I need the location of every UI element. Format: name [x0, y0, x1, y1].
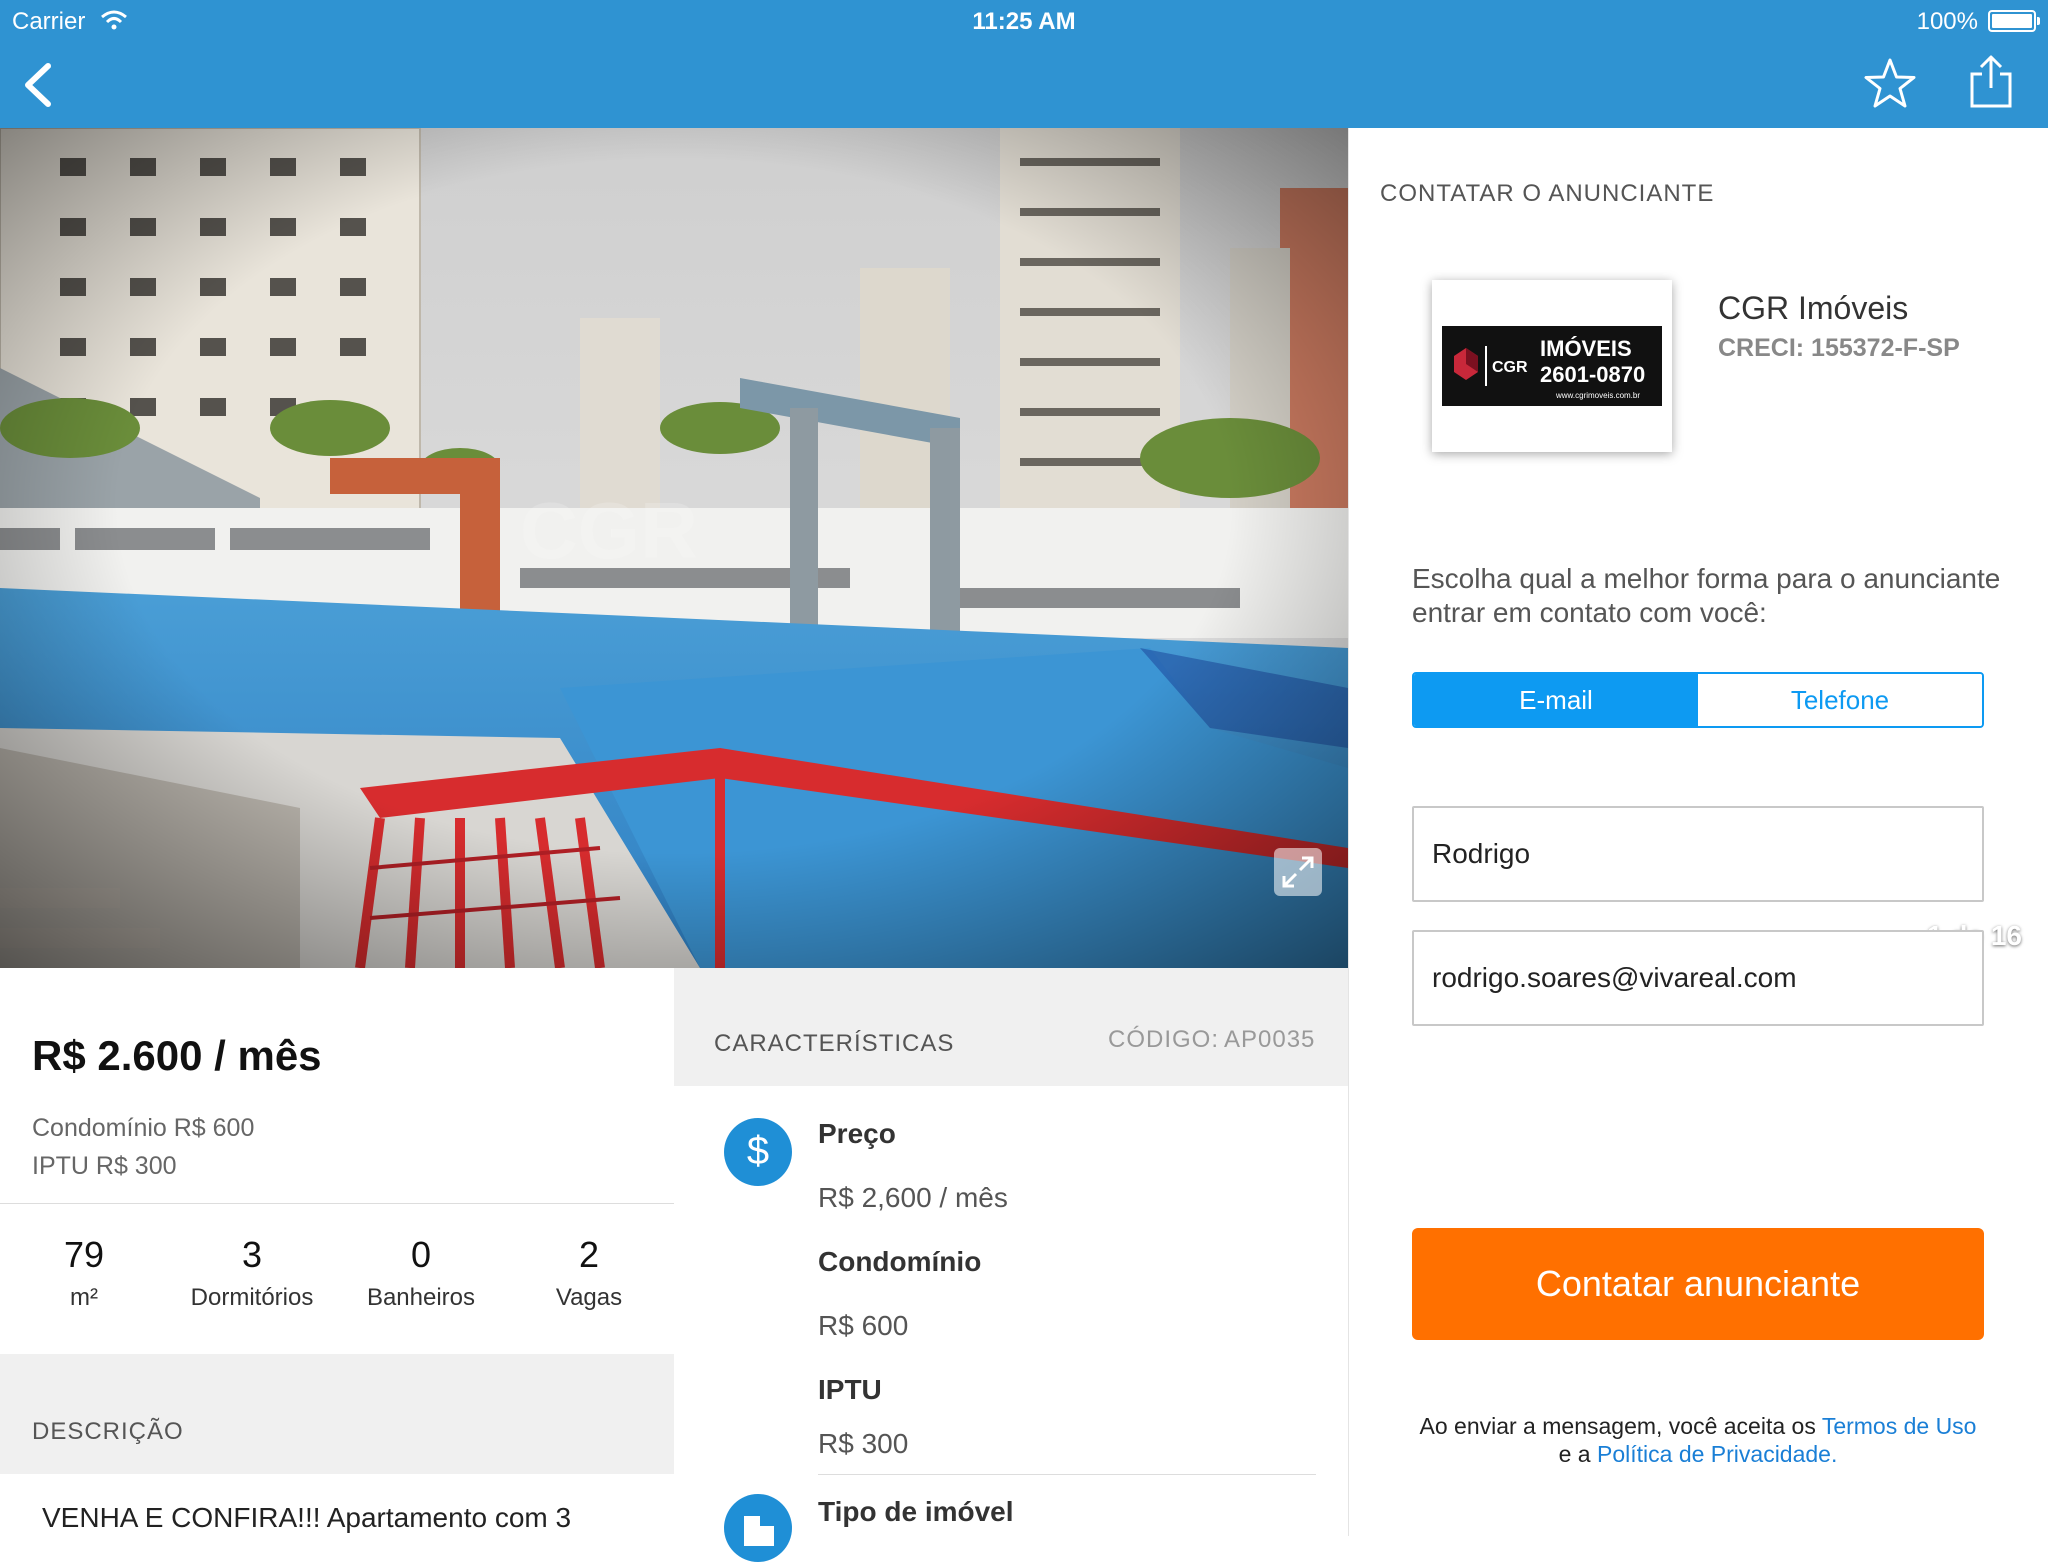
listing-price: R$ 2.600 / mês: [32, 1032, 322, 1079]
listing-code-value: AP0035: [1224, 1026, 1316, 1053]
logo-title: IMÓVEIS: [1540, 336, 1632, 361]
stat-label: Vagas: [555, 1284, 623, 1311]
stat-label: Banheiros: [366, 1284, 476, 1311]
stat-label: m²: [70, 1284, 98, 1311]
contact-method-prompt: Escolha qual a melhor forma para o anunc…: [1412, 563, 2001, 628]
description-header: DESCRIÇÃO: [32, 1418, 184, 1445]
char-title-property-type: Tipo de imóvel: [818, 1496, 1014, 1527]
property-photo[interactable]: CGR: [0, 128, 1348, 968]
status-battery-percent: 100%: [1916, 8, 1978, 35]
stat-parking: 2 Vagas: [505, 1234, 673, 1312]
stat-value: 2: [578, 1234, 600, 1275]
agency-name: CGR Imóveis: [1718, 290, 1909, 326]
terms-of-use-link[interactable]: Termos de Uso: [1822, 1413, 1977, 1439]
logo-brand: CGR: [1492, 359, 1528, 376]
divider: [0, 1203, 674, 1204]
stat-value: 0: [410, 1234, 432, 1275]
terms-notice: Ao enviar a mensagem, você aceita os Ter…: [1412, 1412, 1984, 1468]
description-text: VENHA E CONFIRA!!! Apartamento com 3: [42, 1502, 572, 1533]
tab-email[interactable]: E-mail: [1414, 674, 1698, 726]
navigation-bar: Carrier 11:25 AM 100%: [0, 0, 2048, 128]
terms-prefix: Ao enviar a mensagem, você aceita os: [1419, 1413, 1816, 1439]
star-outline-icon[interactable]: [1862, 56, 1918, 112]
char-value-price: R$ 2,600 / mês: [818, 1182, 1008, 1213]
divider: [818, 1474, 1316, 1475]
stat-area: 79 m²: [0, 1234, 168, 1312]
char-value-condominio: R$ 600: [818, 1310, 909, 1341]
pool-photo-illustration: CGR: [0, 128, 1348, 968]
contact-method-selector: E-mail Telefone: [1412, 672, 1984, 728]
share-icon[interactable]: [1968, 54, 2014, 110]
logo-url: www.cgrimoveis.com.br: [1555, 391, 1640, 400]
privacy-policy-link[interactable]: Política de Privacidade.: [1597, 1441, 1837, 1467]
char-title-price: Preço: [818, 1118, 896, 1149]
status-time: 11:25 AM: [972, 8, 1076, 35]
battery-icon: [1988, 10, 2040, 32]
name-field[interactable]: [1412, 806, 1984, 902]
terms-middle: e a: [1558, 1441, 1591, 1467]
contact-header: CONTATAR O ANUNCIANTE: [1380, 180, 1715, 207]
stat-value: 79: [63, 1234, 105, 1275]
char-title-condominio: Condomínio: [818, 1246, 982, 1277]
agency-creci: CRECI: 155372-F-SP: [1718, 334, 1960, 362]
char-value-iptu: R$ 300: [818, 1428, 909, 1459]
logo-phone: 2601-0870: [1540, 362, 1645, 387]
column-divider: [1348, 128, 1349, 1536]
stat-bathrooms: 0 Banheiros: [337, 1234, 505, 1312]
dollar-icon: $: [724, 1118, 792, 1186]
chevron-left-icon[interactable]: [16, 58, 64, 112]
tab-phone[interactable]: Telefone: [1698, 674, 1982, 726]
char-title-iptu: IPTU: [818, 1374, 882, 1405]
listing-code-label: CÓDIGO:: [1108, 1026, 1220, 1053]
stat-bedrooms: 3 Dormitórios: [168, 1234, 336, 1312]
characteristics-header: CARACTERÍSTICAS: [714, 1030, 955, 1057]
condominio-fee: Condomínio R$ 600: [32, 1114, 255, 1142]
svg-text:$: $: [747, 1129, 769, 1173]
stat-label: Dormitórios: [190, 1284, 314, 1311]
description-header-band: [0, 1354, 674, 1474]
email-field[interactable]: [1412, 930, 1984, 1026]
building-icon: [724, 1494, 792, 1562]
stat-value: 3: [241, 1234, 263, 1275]
expand-icon[interactable]: [1274, 848, 1322, 896]
agency-logo: CGR IMÓVEIS 2601-0870 www.cgrimoveis.com…: [1432, 280, 1672, 452]
photo-watermark: CGR: [520, 486, 698, 575]
iptu-fee: IPTU R$ 300: [32, 1152, 177, 1180]
contact-advertiser-button[interactable]: Contatar anunciante: [1412, 1228, 1984, 1340]
